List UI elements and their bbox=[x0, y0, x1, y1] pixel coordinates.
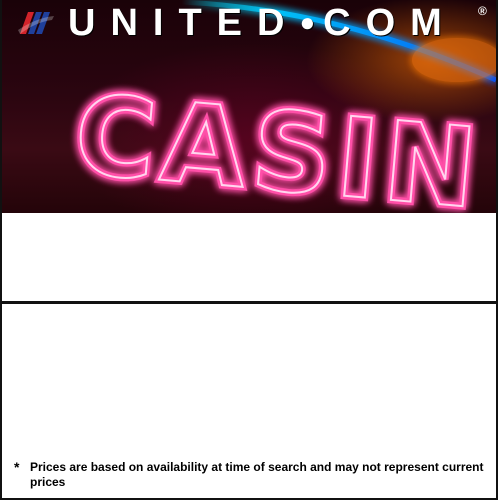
ad-container[interactable]: CASIN CASIN UNITED●COM ® * Prices are ba… bbox=[0, 0, 498, 500]
asterisk-marker: * bbox=[14, 459, 20, 475]
registered-mark: ® bbox=[478, 4, 487, 18]
content-panel-top bbox=[2, 213, 496, 301]
price-disclaimer: * Prices are based on availability at ti… bbox=[14, 460, 484, 490]
disclaimer-text: Prices are based on availability at time… bbox=[30, 460, 484, 489]
brand-tld: COM bbox=[323, 2, 457, 44]
united-tulip-logo-icon bbox=[16, 8, 56, 38]
brand-name: UNITED bbox=[68, 2, 300, 44]
casino-banner[interactable]: CASIN CASIN UNITED●COM ® bbox=[2, 0, 496, 213]
united-com-logo[interactable]: UNITED●COM bbox=[68, 2, 457, 45]
brand-dot: ● bbox=[299, 7, 324, 37]
neon-casino-core: CASIN bbox=[70, 70, 488, 213]
